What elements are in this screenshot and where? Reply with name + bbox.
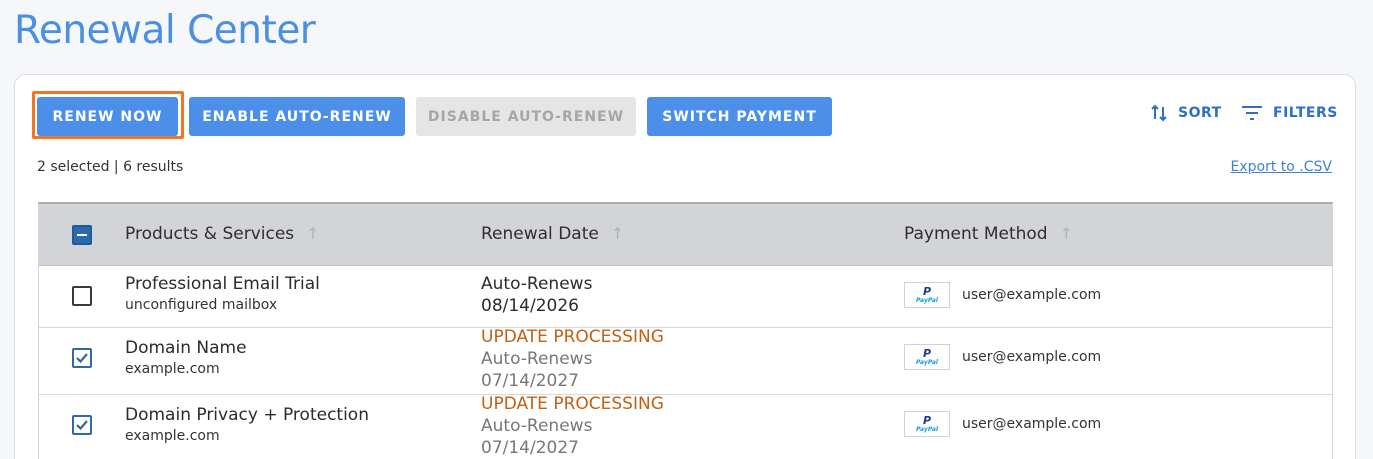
column-payment-method-label: Payment Method bbox=[904, 224, 1048, 244]
arrow-up-icon: ↑ bbox=[1059, 224, 1073, 243]
paypal-logo: P PayPal bbox=[904, 411, 950, 437]
renewal-date: 07/14/2027 bbox=[481, 438, 579, 458]
sort-icon bbox=[1150, 103, 1168, 123]
payment-email: user@example.com bbox=[962, 416, 1102, 432]
filters-button[interactable]: FILTERS bbox=[1241, 101, 1338, 125]
table-row[interactable]: Domain Privacy + Protection example.com … bbox=[39, 394, 1332, 459]
product-name: Domain Privacy + Protection bbox=[125, 405, 369, 425]
table-header: Products & Services ↑ Renewal Date ↑ Pay… bbox=[39, 204, 1332, 266]
table-row[interactable]: Domain Name example.com UPDATE PROCESSIN… bbox=[39, 327, 1332, 395]
renewal-date: 08/14/2026 bbox=[481, 296, 579, 316]
product-subtitle: example.com bbox=[125, 361, 220, 377]
update-processing-status: UPDATE PROCESSING bbox=[481, 394, 664, 414]
filters-label: FILTERS bbox=[1273, 105, 1338, 121]
row-checkbox[interactable] bbox=[72, 286, 92, 306]
filter-icon bbox=[1241, 104, 1263, 122]
column-products-label: Products & Services bbox=[125, 224, 295, 244]
renewal-status: Auto-Renews bbox=[481, 349, 593, 369]
arrow-up-icon: ↑ bbox=[306, 224, 320, 243]
renewal-status: Auto-Renews bbox=[481, 274, 593, 294]
column-renewal-date[interactable]: Renewal Date ↑ bbox=[481, 224, 624, 244]
product-subtitle: example.com bbox=[125, 428, 220, 444]
arrow-up-icon: ↑ bbox=[610, 224, 625, 243]
renewal-date: 07/14/2027 bbox=[481, 371, 579, 391]
select-all-checkbox[interactable] bbox=[72, 225, 92, 245]
checkmark-icon bbox=[76, 420, 88, 431]
enable-auto-renew-button[interactable]: ENABLE AUTO-RENEW bbox=[189, 97, 405, 136]
checkmark-icon bbox=[76, 353, 88, 364]
export-csv-link[interactable]: Export to .CSV bbox=[1231, 159, 1332, 175]
renewal-table: Products & Services ↑ Renewal Date ↑ Pay… bbox=[38, 202, 1333, 459]
sort-label: SORT bbox=[1178, 105, 1222, 121]
renew-now-button[interactable]: RENEW NOW bbox=[37, 97, 178, 136]
column-renewal-date-label: Renewal Date bbox=[481, 224, 599, 244]
column-products[interactable]: Products & Services ↑ bbox=[125, 224, 320, 244]
payment-email: user@example.com bbox=[962, 349, 1102, 365]
product-subtitle: unconfigured mailbox bbox=[125, 297, 278, 313]
sort-button[interactable]: SORT bbox=[1150, 101, 1222, 125]
page-title: Renewal Center bbox=[14, 8, 316, 53]
renewal-status: Auto-Renews bbox=[481, 416, 593, 436]
table-row[interactable]: Professional Email Trial unconfigured ma… bbox=[39, 266, 1332, 328]
disable-auto-renew-button[interactable]: DISABLE AUTO-RENEW bbox=[416, 97, 636, 136]
row-checkbox[interactable] bbox=[72, 415, 92, 435]
payment-email: user@example.com bbox=[962, 287, 1102, 303]
row-checkbox[interactable] bbox=[72, 348, 92, 368]
results-count: 2 selected | 6 results bbox=[37, 159, 184, 175]
product-name: Professional Email Trial bbox=[125, 274, 320, 294]
paypal-logo: P PayPal bbox=[904, 344, 950, 370]
product-name: Domain Name bbox=[125, 338, 247, 358]
update-processing-status: UPDATE PROCESSING bbox=[481, 327, 664, 347]
paypal-logo: P PayPal bbox=[904, 282, 950, 308]
switch-payment-button[interactable]: SWITCH PAYMENT bbox=[647, 97, 832, 136]
column-payment-method[interactable]: Payment Method ↑ bbox=[904, 224, 1073, 244]
